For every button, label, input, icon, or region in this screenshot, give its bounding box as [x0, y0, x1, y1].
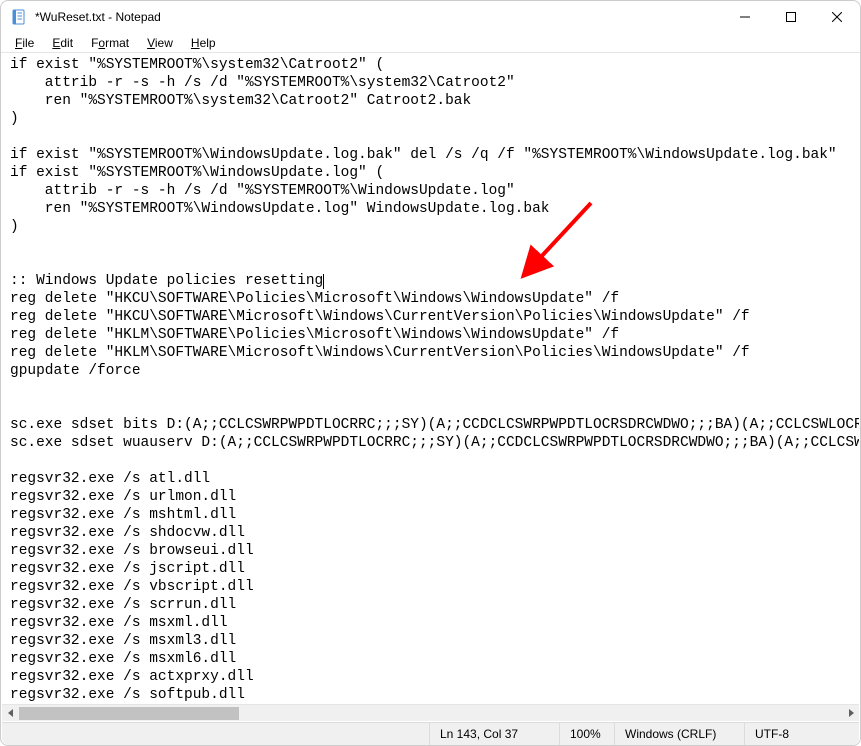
menu-format-label: Format: [91, 36, 129, 50]
menu-edit-label: Edit: [52, 36, 73, 50]
notepad-icon: [11, 9, 27, 25]
maximize-button[interactable]: [768, 1, 814, 33]
menu-file-label: File: [15, 36, 34, 50]
status-zoom: 100%: [559, 723, 614, 745]
menu-file[interactable]: File: [7, 35, 42, 51]
window-title: *WuReset.txt - Notepad: [35, 10, 161, 24]
scroll-left-icon[interactable]: [2, 705, 19, 722]
menubar: File Edit Format View Help: [1, 33, 860, 53]
status-line-ending: Windows (CRLF): [614, 723, 744, 745]
statusbar: Ln 143, Col 37 100% Windows (CRLF) UTF-8: [2, 722, 859, 745]
status-encoding: UTF-8: [744, 723, 859, 745]
titlebar[interactable]: *WuReset.txt - Notepad: [1, 1, 860, 33]
menu-format[interactable]: Format: [83, 35, 137, 51]
window-controls: [722, 1, 860, 33]
minimize-button[interactable]: [722, 1, 768, 33]
status-position: Ln 143, Col 37: [429, 723, 559, 745]
menu-help[interactable]: Help: [183, 35, 224, 51]
scroll-right-icon[interactable]: [842, 705, 859, 722]
text-editor[interactable]: if exist "%SYSTEMROOT%\system32\Catroot2…: [2, 54, 859, 720]
menu-view-label: View: [147, 36, 173, 50]
scrollbar-thumb[interactable]: [19, 707, 239, 720]
menu-help-label: Help: [191, 36, 216, 50]
scrollbar-track[interactable]: [19, 705, 842, 722]
close-button[interactable]: [814, 1, 860, 33]
menu-view[interactable]: View: [139, 35, 181, 51]
status-spacer: [2, 723, 429, 745]
menu-edit[interactable]: Edit: [44, 35, 81, 51]
horizontal-scrollbar[interactable]: [2, 704, 859, 721]
